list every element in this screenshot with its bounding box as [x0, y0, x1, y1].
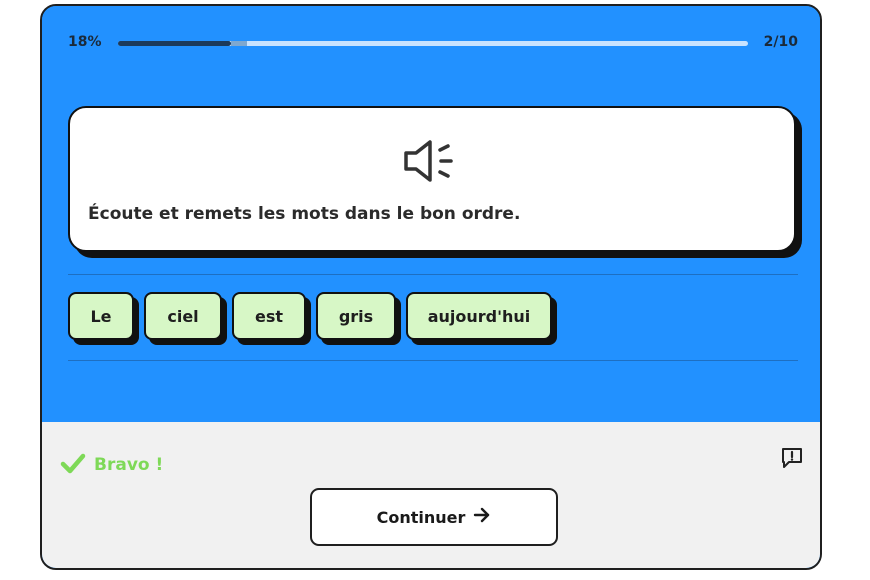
arrow-right-icon: [473, 507, 491, 527]
progress-bar-tip: [231, 41, 247, 46]
progress-count: 2/10: [763, 34, 798, 50]
feedback-text: Bravo !: [94, 455, 164, 475]
prompt-box: Écoute et remets les mots dans le bon or…: [68, 106, 796, 252]
answer-line-bottom: [68, 360, 798, 361]
continue-label: Continuer: [376, 507, 466, 527]
word-bank: Le ciel est gris aujourd'hui: [68, 292, 552, 348]
progress-bar-fill: [118, 41, 231, 46]
continue-button[interactable]: Continuer: [310, 488, 558, 546]
report-flag-icon[interactable]: [780, 446, 804, 470]
instruction-text: Écoute et remets les mots dans le bon or…: [88, 204, 521, 224]
checkmark-icon: [60, 452, 86, 478]
speaker-icon[interactable]: [400, 136, 460, 186]
progress-bar: [118, 41, 748, 46]
exercise-area: 18% 2/10 Écoute et remets les mots dans …: [42, 6, 820, 422]
word-tile-gris[interactable]: gris: [316, 292, 396, 340]
exercise-card: 18% 2/10 Écoute et remets les mots dans …: [40, 4, 822, 570]
word-tile-est[interactable]: est: [232, 292, 306, 340]
feedback-footer: Bravo ! Continuer: [42, 422, 820, 568]
progress-row: 18% 2/10: [68, 34, 798, 54]
word-tile-ciel[interactable]: ciel: [144, 292, 222, 340]
word-tile-aujourdhui[interactable]: aujourd'hui: [406, 292, 552, 340]
answer-line-top: [68, 274, 798, 275]
feedback-message: Bravo !: [60, 452, 163, 478]
word-tile-le[interactable]: Le: [68, 292, 134, 340]
progress-percent: 18%: [68, 34, 102, 50]
